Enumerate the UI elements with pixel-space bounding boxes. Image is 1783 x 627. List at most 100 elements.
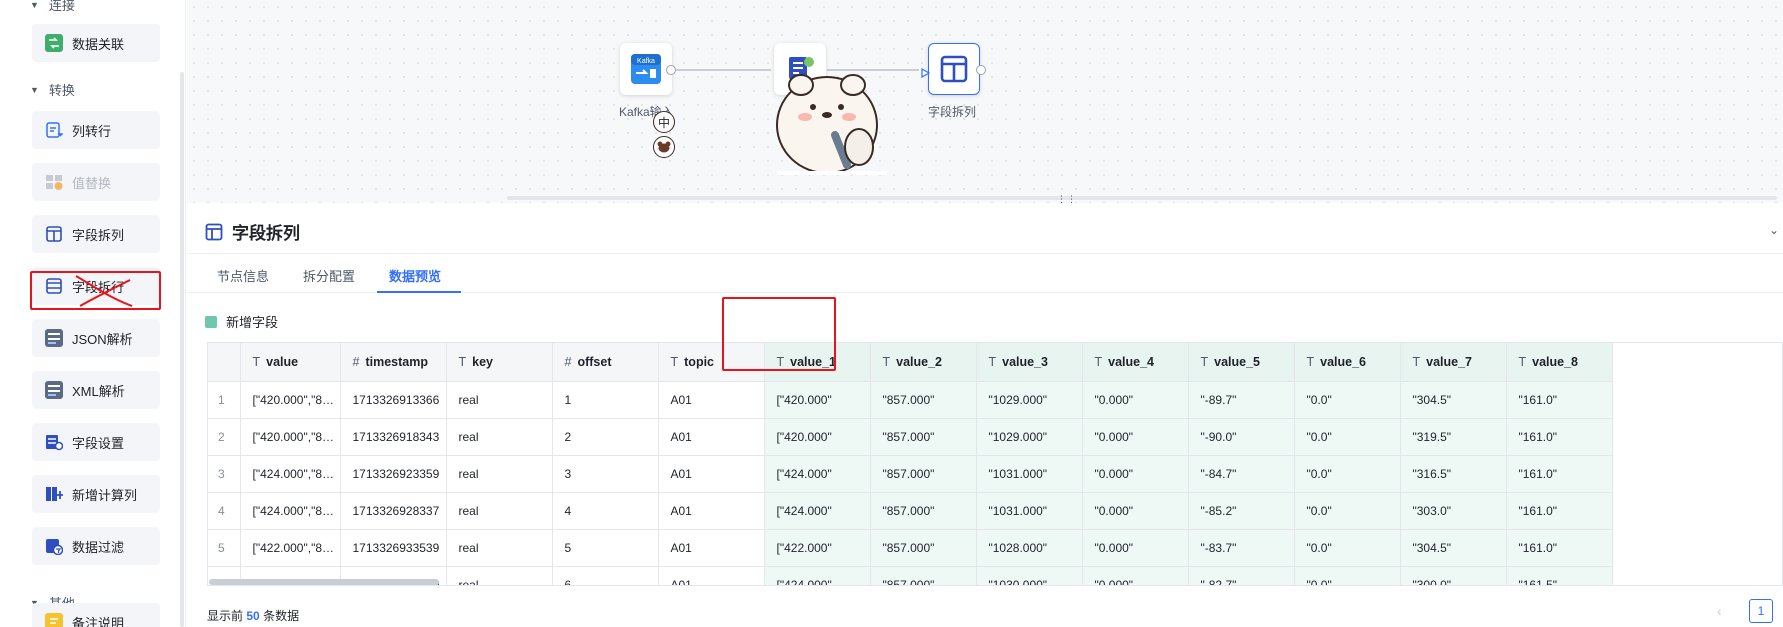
sidebar-item-xml-parse[interactable]: XML解析: [32, 371, 160, 409]
pager-page-button[interactable]: 1: [1749, 599, 1773, 623]
table-cell[interactable]: "1031.000": [976, 455, 1083, 493]
table-cell[interactable]: "1031.000": [976, 492, 1083, 530]
table-cell[interactable]: "0.000": [1082, 529, 1189, 567]
table-cell[interactable]: "161.0": [1506, 492, 1613, 530]
table-cell[interactable]: "161.0": [1506, 418, 1613, 456]
sidebar-item-column-to-row[interactable]: 列转行: [32, 111, 160, 149]
table-cell[interactable]: "0.0": [1294, 381, 1401, 419]
table-cell[interactable]: "857.000": [870, 381, 977, 419]
table-cell[interactable]: "-84.7": [1188, 455, 1295, 493]
column-header-value[interactable]: Tvalue: [240, 343, 341, 382]
language-toggle-button[interactable]: 中: [653, 111, 675, 133]
table-cell[interactable]: "857.000": [870, 492, 977, 530]
column-header-value-7[interactable]: Tvalue_7: [1400, 343, 1507, 382]
table-cell[interactable]: "857.000": [870, 418, 977, 456]
panel-resize-handle[interactable]: [507, 196, 1777, 200]
table-cell[interactable]: ["424.000": [764, 492, 871, 530]
table-cell[interactable]: "1030.000": [976, 566, 1083, 585]
table-cell[interactable]: ["422.000": [764, 529, 871, 567]
table-cell[interactable]: "-82.7": [1188, 566, 1295, 585]
chevron-down-icon[interactable]: ⌄: [1769, 223, 1779, 237]
table-cell[interactable]: A01: [658, 381, 765, 419]
table-cell[interactable]: ["424.000","857...: [240, 492, 341, 530]
tab-node-info[interactable]: 节点信息: [217, 266, 269, 285]
table-cell[interactable]: 4: [552, 492, 659, 530]
table-cell[interactable]: "161.0": [1506, 529, 1613, 567]
table-cell[interactable]: 1713326918343: [340, 418, 447, 456]
table-row[interactable]: 5 ["422.000","857... 1713326933539 real 5 A01…: [208, 529, 1613, 567]
table-cell[interactable]: "304.5": [1400, 381, 1507, 419]
table-cell[interactable]: real: [446, 566, 553, 585]
table-cell[interactable]: A01: [658, 455, 765, 493]
table-cell[interactable]: "0.000": [1082, 455, 1189, 493]
table-cell[interactable]: real: [446, 418, 553, 456]
table-row[interactable]: 1 ["420.000","857... 1713326913366 real 1 A01…: [208, 381, 1613, 419]
table-cell[interactable]: "0.000": [1082, 381, 1189, 419]
table-cell[interactable]: 1713326913366: [340, 381, 447, 419]
sidebar-item-data-join[interactable]: 数据关联: [32, 24, 160, 62]
table-cell[interactable]: "161.0": [1506, 381, 1613, 419]
table-cell[interactable]: ["420.000","857...: [240, 418, 341, 456]
tab-data-preview[interactable]: 数据预览: [389, 266, 441, 285]
flow-canvas[interactable]: Kafka Kafka输入 字段拆列 中 ⋮⋮: [187, 0, 1783, 204]
table-row[interactable]: 3 ["424.000","857... 1713326923359 real 3 A01…: [208, 455, 1613, 493]
table-cell[interactable]: real: [446, 529, 553, 567]
node-output-port[interactable]: [666, 65, 676, 75]
table-cell[interactable]: "1029.000": [976, 418, 1083, 456]
table-cell[interactable]: ["424.000": [764, 566, 871, 585]
table-row[interactable]: 2 ["420.000","857... 1713326918343 real 2 A01…: [208, 418, 1613, 456]
table-cell[interactable]: "0.000": [1082, 418, 1189, 456]
table-cell[interactable]: 1713326928337: [340, 492, 447, 530]
column-header-value-6[interactable]: Tvalue_6: [1294, 343, 1401, 382]
column-header-timestamp[interactable]: # timestamp: [340, 343, 447, 382]
column-header-key[interactable]: Tkey: [446, 343, 553, 382]
table-cell[interactable]: "-90.0": [1188, 418, 1295, 456]
table-cell[interactable]: "0.0": [1294, 418, 1401, 456]
table-cell[interactable]: "857.000": [870, 566, 977, 585]
pager-prev-button[interactable]: ‹: [1717, 603, 1722, 619]
table-cell[interactable]: "0.0": [1294, 529, 1401, 567]
table-cell[interactable]: "161.5": [1506, 566, 1613, 585]
table-cell[interactable]: "300.0": [1400, 566, 1507, 585]
table-cell[interactable]: "304.5": [1400, 529, 1507, 567]
table-cell[interactable]: ["420.000": [764, 418, 871, 456]
table-cell[interactable]: ["424.000","857...: [240, 455, 341, 493]
table-cell[interactable]: ["424.000": [764, 455, 871, 493]
column-header-offset[interactable]: # offset: [552, 343, 659, 382]
sidebar-item-add-computed-column[interactable]: 新增计算列: [32, 475, 160, 513]
node-output-port[interactable]: [976, 65, 986, 75]
table-cell[interactable]: "1029.000": [976, 381, 1083, 419]
table-cell[interactable]: "857.000": [870, 455, 977, 493]
table-cell[interactable]: A01: [658, 529, 765, 567]
table-cell[interactable]: A01: [658, 418, 765, 456]
node-field-split-column[interactable]: [928, 43, 980, 95]
table-cell[interactable]: "0.000": [1082, 566, 1189, 585]
table-cell[interactable]: "0.0": [1294, 566, 1401, 585]
table-cell[interactable]: 3: [552, 455, 659, 493]
sidebar-item-field-split-column[interactable]: 字段拆列: [32, 215, 160, 253]
preview-table[interactable]: Tvalue # timestamp Tkey # offset Ttopic Tvalue_…: [207, 342, 1783, 586]
table-cell[interactable]: "1028.000": [976, 529, 1083, 567]
table-horizontal-scrollbar[interactable]: [209, 579, 439, 585]
sidebar-item-data-filter[interactable]: 数据过滤: [32, 527, 160, 565]
table-cell[interactable]: 1713326933539: [340, 529, 447, 567]
table-cell[interactable]: "0.0": [1294, 492, 1401, 530]
table-cell[interactable]: ["422.000","857...: [240, 529, 341, 567]
table-cell[interactable]: 6: [552, 566, 659, 585]
sidebar-item-field-settings[interactable]: 字段设置: [32, 423, 160, 461]
table-cell[interactable]: "857.000": [870, 529, 977, 567]
table-cell[interactable]: "-89.7": [1188, 381, 1295, 419]
sidebar-scrollbar[interactable]: [180, 72, 184, 627]
column-header-value-2[interactable]: Tvalue_2: [870, 343, 977, 382]
table-cell[interactable]: "-85.2": [1188, 492, 1295, 530]
node-kafka-input[interactable]: Kafka: [620, 43, 672, 95]
table-cell[interactable]: 2: [552, 418, 659, 456]
table-cell[interactable]: real: [446, 381, 553, 419]
table-cell[interactable]: A01: [658, 566, 765, 585]
table-cell[interactable]: "316.5": [1400, 455, 1507, 493]
table-cell[interactable]: 1713326923359: [340, 455, 447, 493]
table-cell[interactable]: 1: [552, 381, 659, 419]
tab-split-config[interactable]: 拆分配置: [303, 266, 355, 285]
table-cell[interactable]: ["420.000": [764, 381, 871, 419]
table-cell[interactable]: "-83.7": [1188, 529, 1295, 567]
